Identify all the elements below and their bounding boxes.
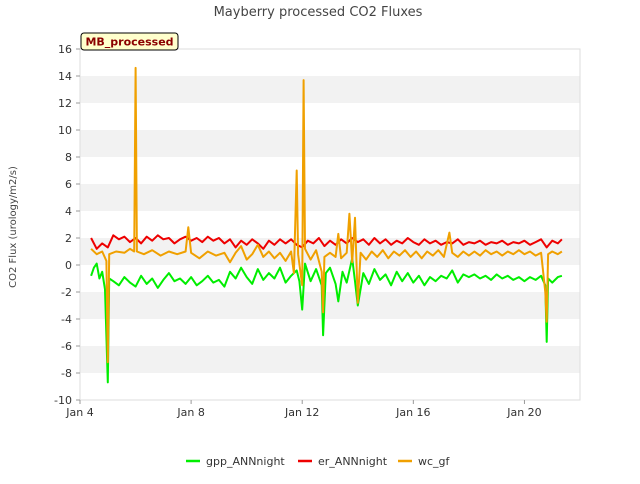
y-tick-label: -8 xyxy=(61,367,72,380)
x-tick-label: Jan 16 xyxy=(395,406,430,419)
legend: gpp_ANNnight er_ANNnight wc_gf xyxy=(186,455,451,468)
legend-label: gpp_ANNnight xyxy=(206,455,285,468)
chart-title: Mayberry processed CO2 Fluxes xyxy=(214,5,423,20)
y-tick-label: 6 xyxy=(65,178,72,191)
y-axis-label: CO2 Flux (urology/m2/s) xyxy=(8,166,19,288)
grid-band xyxy=(80,292,580,319)
badge-label: MB_processed xyxy=(85,36,173,49)
grid-band xyxy=(80,130,580,157)
grid-band xyxy=(80,211,580,238)
x-tick-label: Jan 8 xyxy=(176,406,204,419)
y-tick-label: -4 xyxy=(61,313,72,326)
legend-label: wc_gf xyxy=(418,455,451,468)
grid-band xyxy=(80,49,580,76)
x-tick-label: Jan 4 xyxy=(65,406,93,419)
y-tick-label: 12 xyxy=(58,97,72,110)
chart-container: Mayberry processed CO2 Fluxes CO2 Flux (… xyxy=(0,0,640,480)
y-tick-label: 4 xyxy=(65,205,72,218)
y-tick-label: -6 xyxy=(61,340,72,353)
grid-band xyxy=(80,76,580,103)
x-tick-label: Jan 12 xyxy=(284,406,319,419)
y-tick-label: 10 xyxy=(58,124,72,137)
grid-band xyxy=(80,319,580,346)
grid-band xyxy=(80,346,580,373)
y-tick-label: 0 xyxy=(65,259,72,272)
x-axis-ticks: Jan 4 Jan 8 Jan 12 Jan 16 Jan 20 xyxy=(65,400,542,419)
grid-band xyxy=(80,184,580,211)
badge: MB_processed xyxy=(80,32,179,51)
y-tick-label: 2 xyxy=(65,232,72,245)
co2-flux-chart: Mayberry processed CO2 Fluxes CO2 Flux (… xyxy=(8,5,581,468)
grid-band xyxy=(80,103,580,130)
grid-bands xyxy=(80,49,580,400)
legend-label: er_ANNnight xyxy=(318,455,388,468)
y-tick-label: 16 xyxy=(58,43,72,56)
grid-band xyxy=(80,373,580,400)
y-axis-ticks: -10-8-6-4-20246810121416 xyxy=(54,43,80,407)
grid-band xyxy=(80,157,580,184)
y-tick-label: 8 xyxy=(65,151,72,164)
x-tick-label: Jan 20 xyxy=(506,406,541,419)
y-tick-label: -2 xyxy=(61,286,72,299)
y-tick-label: 14 xyxy=(58,70,72,83)
